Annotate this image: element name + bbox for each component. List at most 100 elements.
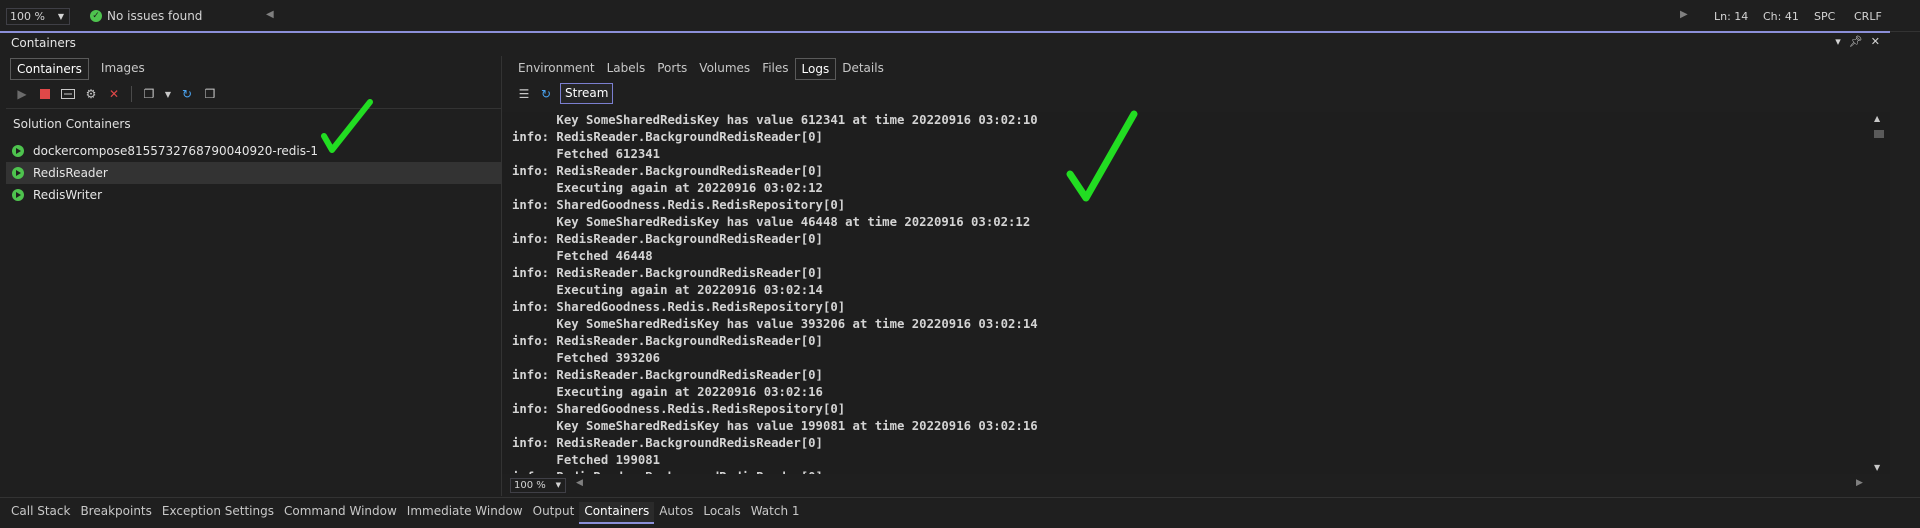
scroll-thumb[interactable] (1874, 130, 1884, 138)
tab-ports[interactable]: Ports (651, 58, 693, 80)
tool-window-tabs: Call Stack Breakpoints Exception Setting… (0, 497, 1920, 528)
zoom-value: 100 % (10, 10, 45, 23)
editor-status-bar: 100 % ▼ ✓ No issues found ◀ ▶ Ln: 14 Ch:… (0, 0, 1920, 32)
container-row-redis[interactable]: dockercompose8155732768790040920-redis-1 (6, 140, 502, 162)
annotation-checkmark-icon (321, 99, 373, 153)
log-line: Key SomeSharedRedisKey has value 612341 … (512, 113, 1038, 127)
scroll-left-icon[interactable]: ◀ (266, 9, 274, 20)
log-line: info: SharedGoodness.Redis.RedisReposito… (512, 402, 846, 416)
containers-list-pane: Containers Images ▶ ⚙ ✕ ❐ ▼ ↻ ❒ Solution… (6, 56, 502, 496)
log-line: Fetched 612341 (512, 147, 661, 161)
close-icon[interactable]: ✕ (1871, 35, 1880, 48)
tab-labels[interactable]: Labels (601, 58, 652, 80)
tab-containers-bottom[interactable]: Containers (579, 502, 655, 524)
start-icon[interactable]: ▶ (14, 86, 30, 102)
prune-icon[interactable]: ❒ (202, 86, 218, 102)
running-icon (12, 145, 24, 157)
panel-title: Containers (11, 36, 76, 50)
pin-icon[interactable]: 📌︎ (1849, 35, 1863, 48)
log-line: info: RedisReader.BackgroundRedisReader[… (512, 232, 823, 246)
scroll-right-icon[interactable]: ▶ (1680, 9, 1688, 20)
issues-text: No issues found (107, 9, 203, 23)
running-icon (12, 167, 24, 179)
container-name: dockercompose8155732768790040920-redis-1 (33, 144, 318, 158)
tab-images[interactable]: Images (95, 58, 151, 80)
window-options-icon[interactable]: ▾ (1835, 35, 1841, 48)
line-ending-indicator[interactable]: CRLF (1854, 10, 1882, 23)
tab-containers[interactable]: Containers (10, 58, 89, 80)
log-line: info: RedisReader.BackgroundRedisReader[… (512, 368, 823, 382)
solution-containers-header: Solution Containers (13, 117, 131, 131)
log-line: Fetched 393206 (512, 351, 661, 365)
tab-breakpoints[interactable]: Breakpoints (75, 502, 156, 524)
log-line: Key SomeSharedRedisKey has value 199081 … (512, 419, 1038, 433)
tab-call-stack[interactable]: Call Stack (6, 502, 75, 524)
log-line: Executing again at 20220916 03:02:12 (512, 181, 823, 195)
zoom-dropdown[interactable]: 100 % ▼ (6, 8, 70, 25)
refresh-icon[interactable]: ↻ (179, 86, 195, 102)
tab-logs[interactable]: Logs (794, 58, 837, 80)
log-vertical-scrollbar[interactable]: ▲ ▼ (1868, 112, 1890, 474)
logs-toolbar: ☰ ↻ Stream (516, 83, 614, 104)
log-line: info: SharedGoodness.Redis.RedisReposito… (512, 300, 846, 314)
log-line: info: SharedGoodness.Redis.RedisReposito… (512, 198, 846, 212)
log-line: info: RedisReader.BackgroundRedisReader[… (512, 436, 823, 450)
container-name: RedisWriter (33, 188, 102, 202)
log-line: Fetched 199081 (512, 453, 661, 467)
containers-toolbar: ▶ ⚙ ✕ ❐ ▼ ↻ ❒ (14, 84, 218, 104)
container-details-pane: Environment Labels Ports Volumes Files L… (502, 56, 1890, 496)
tab-watch-1[interactable]: Watch 1 (746, 502, 805, 524)
scroll-down-icon[interactable]: ▼ (1874, 463, 1880, 472)
tab-command-window[interactable]: Command Window (279, 502, 402, 524)
issues-indicator[interactable]: ✓ No issues found (90, 9, 202, 23)
line-number[interactable]: Ln: 14 (1714, 10, 1748, 23)
container-row-redisreader[interactable]: RedisReader (6, 162, 502, 184)
tab-output[interactable]: Output (528, 502, 580, 524)
scroll-right-icon[interactable]: ▶ (1856, 478, 1863, 488)
spacing-indicator[interactable]: SPC (1814, 10, 1835, 23)
tab-locals[interactable]: Locals (698, 502, 745, 524)
dropdown-chevron-icon[interactable]: ▼ (164, 86, 172, 102)
column-number[interactable]: Ch: 41 (1763, 10, 1799, 23)
settings-icon[interactable]: ⚙ (83, 86, 99, 102)
details-tabs: Environment Labels Ports Volumes Files L… (512, 58, 890, 80)
stream-toggle-button[interactable]: Stream (560, 83, 614, 104)
chevron-down-icon: ▼ (555, 481, 561, 489)
refresh-icon[interactable]: ↻ (538, 86, 554, 102)
chevron-down-icon: ▼ (57, 12, 64, 21)
log-line: Executing again at 20220916 03:02:14 (512, 283, 823, 297)
check-circle-icon: ✓ (90, 10, 102, 22)
tab-autos[interactable]: Autos (654, 502, 698, 524)
log-line: info: RedisReader.BackgroundRedisReader[… (512, 164, 823, 178)
container-list: dockercompose8155732768790040920-redis-1… (6, 140, 502, 206)
log-zoom-dropdown[interactable]: 100 % ▼ (510, 478, 566, 493)
log-line: Key SomeSharedRedisKey has value 46448 a… (512, 215, 1031, 229)
log-line: info: RedisReader.BackgroundRedisReader[… (512, 334, 823, 348)
clear-logs-icon[interactable]: ☰ (516, 86, 532, 102)
delete-icon[interactable]: ✕ (106, 86, 122, 102)
tab-volumes[interactable]: Volumes (693, 58, 756, 80)
copy-icon[interactable]: ❐ (141, 86, 157, 102)
log-line: Key SomeSharedRedisKey has value 393206 … (512, 317, 1038, 331)
active-panel-accent (0, 31, 1890, 33)
tab-immediate-window[interactable]: Immediate Window (402, 502, 528, 524)
annotation-checkmark-icon (1066, 110, 1138, 202)
panel-title-bar: Containers ▾ 📌︎ ✕ (0, 34, 1890, 54)
terminal-icon[interactable] (60, 86, 76, 102)
tab-exception-settings[interactable]: Exception Settings (157, 502, 279, 524)
tab-details[interactable]: Details (836, 58, 890, 80)
log-zoom-value: 100 % (514, 480, 546, 491)
log-line: info: RedisReader.BackgroundRedisReader[… (512, 266, 823, 280)
tab-environment[interactable]: Environment (512, 58, 601, 80)
log-line: Fetched 46448 (512, 249, 653, 263)
log-line: Executing again at 20220916 03:02:16 (512, 385, 823, 399)
container-row-rediswriter[interactable]: RedisWriter (6, 184, 502, 206)
log-bottom-bar: 100 % ▼ ◀ ▶ (502, 474, 1890, 496)
container-name: RedisReader (33, 166, 108, 180)
log-line: info: RedisReader.BackgroundRedisReader[… (512, 130, 823, 144)
tab-files[interactable]: Files (756, 58, 794, 80)
scroll-up-icon[interactable]: ▲ (1874, 114, 1880, 123)
stop-icon[interactable] (37, 86, 53, 102)
scroll-left-icon[interactable]: ◀ (576, 478, 583, 488)
log-output[interactable]: Key SomeSharedRedisKey has value 612341 … (502, 112, 1868, 474)
